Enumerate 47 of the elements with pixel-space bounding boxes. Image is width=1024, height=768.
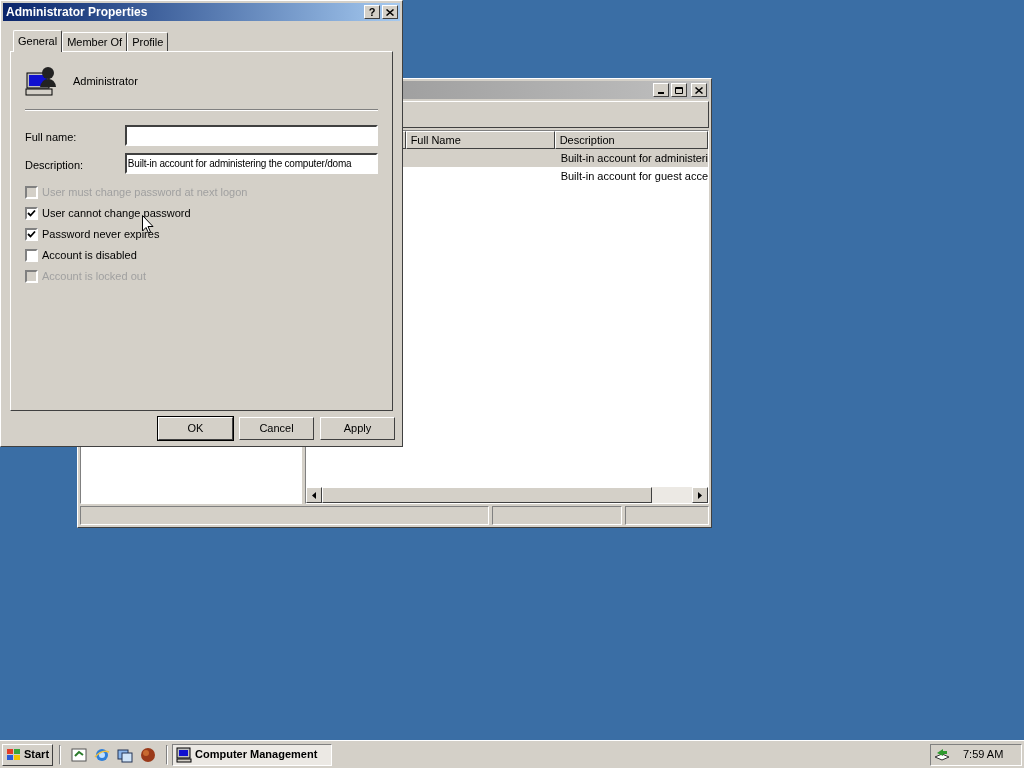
close-icon [386,8,394,16]
dialog-button[interactable]: Cancel [239,417,314,440]
scroll-thumb[interactable] [321,487,652,503]
help-button[interactable]: ? [364,5,380,19]
window-title: Administrator Properties [6,4,148,21]
field-label: Description: [25,158,85,174]
text-field[interactable]: Built-in account for administering the computer/doma [124,153,378,174]
user-computer-icon [25,65,57,97]
maximize-button[interactable] [671,83,687,97]
tab[interactable]: Member Of [62,32,128,51]
text-field[interactable] [124,125,378,146]
dialog-button[interactable]: OK [158,417,233,440]
checkbox-label: Account is disabled [42,248,137,264]
field-label: Full name: [25,130,78,146]
checkbox[interactable] [25,249,38,262]
minimize-button[interactable] [653,83,669,97]
computer-icon [176,746,193,763]
check-icon [27,209,36,218]
windows-flag-icon [6,747,22,762]
user-name: Administrator [73,73,138,89]
horizontal-scrollbar[interactable] [305,487,708,503]
browser-icon [94,746,111,763]
close-button[interactable] [382,5,398,19]
column-header[interactable]: Full Name [405,131,555,149]
tab[interactable]: Profile [127,32,169,51]
window-icon [117,746,134,763]
close-icon [695,86,703,94]
checkbox[interactable] [25,228,38,241]
task-button[interactable]: Computer Management [172,743,333,766]
clock: 7:59 AM [963,747,1004,763]
column-header[interactable]: Description [554,131,708,149]
dialog-button[interactable]: Apply [320,417,395,440]
tab[interactable]: General [13,30,63,52]
close-button[interactable] [691,83,707,97]
start-button[interactable]: Start [2,743,54,766]
scroll-right-button[interactable] [692,487,708,503]
checkbox[interactable] [25,207,38,220]
checkbox-label: Password never expires [42,227,160,243]
table-cell-text: Built-in account for guest acce [560,168,708,184]
network-icon [933,746,951,763]
checkbox-label: User cannot change password [42,206,191,222]
scroll-left-button[interactable] [305,487,322,503]
maximize-icon [675,86,683,94]
table-cell-text: Built-in account for administeri [560,150,708,166]
check-icon [27,230,36,239]
right-arrow-icon [698,491,702,499]
left-arrow-icon [311,491,316,499]
